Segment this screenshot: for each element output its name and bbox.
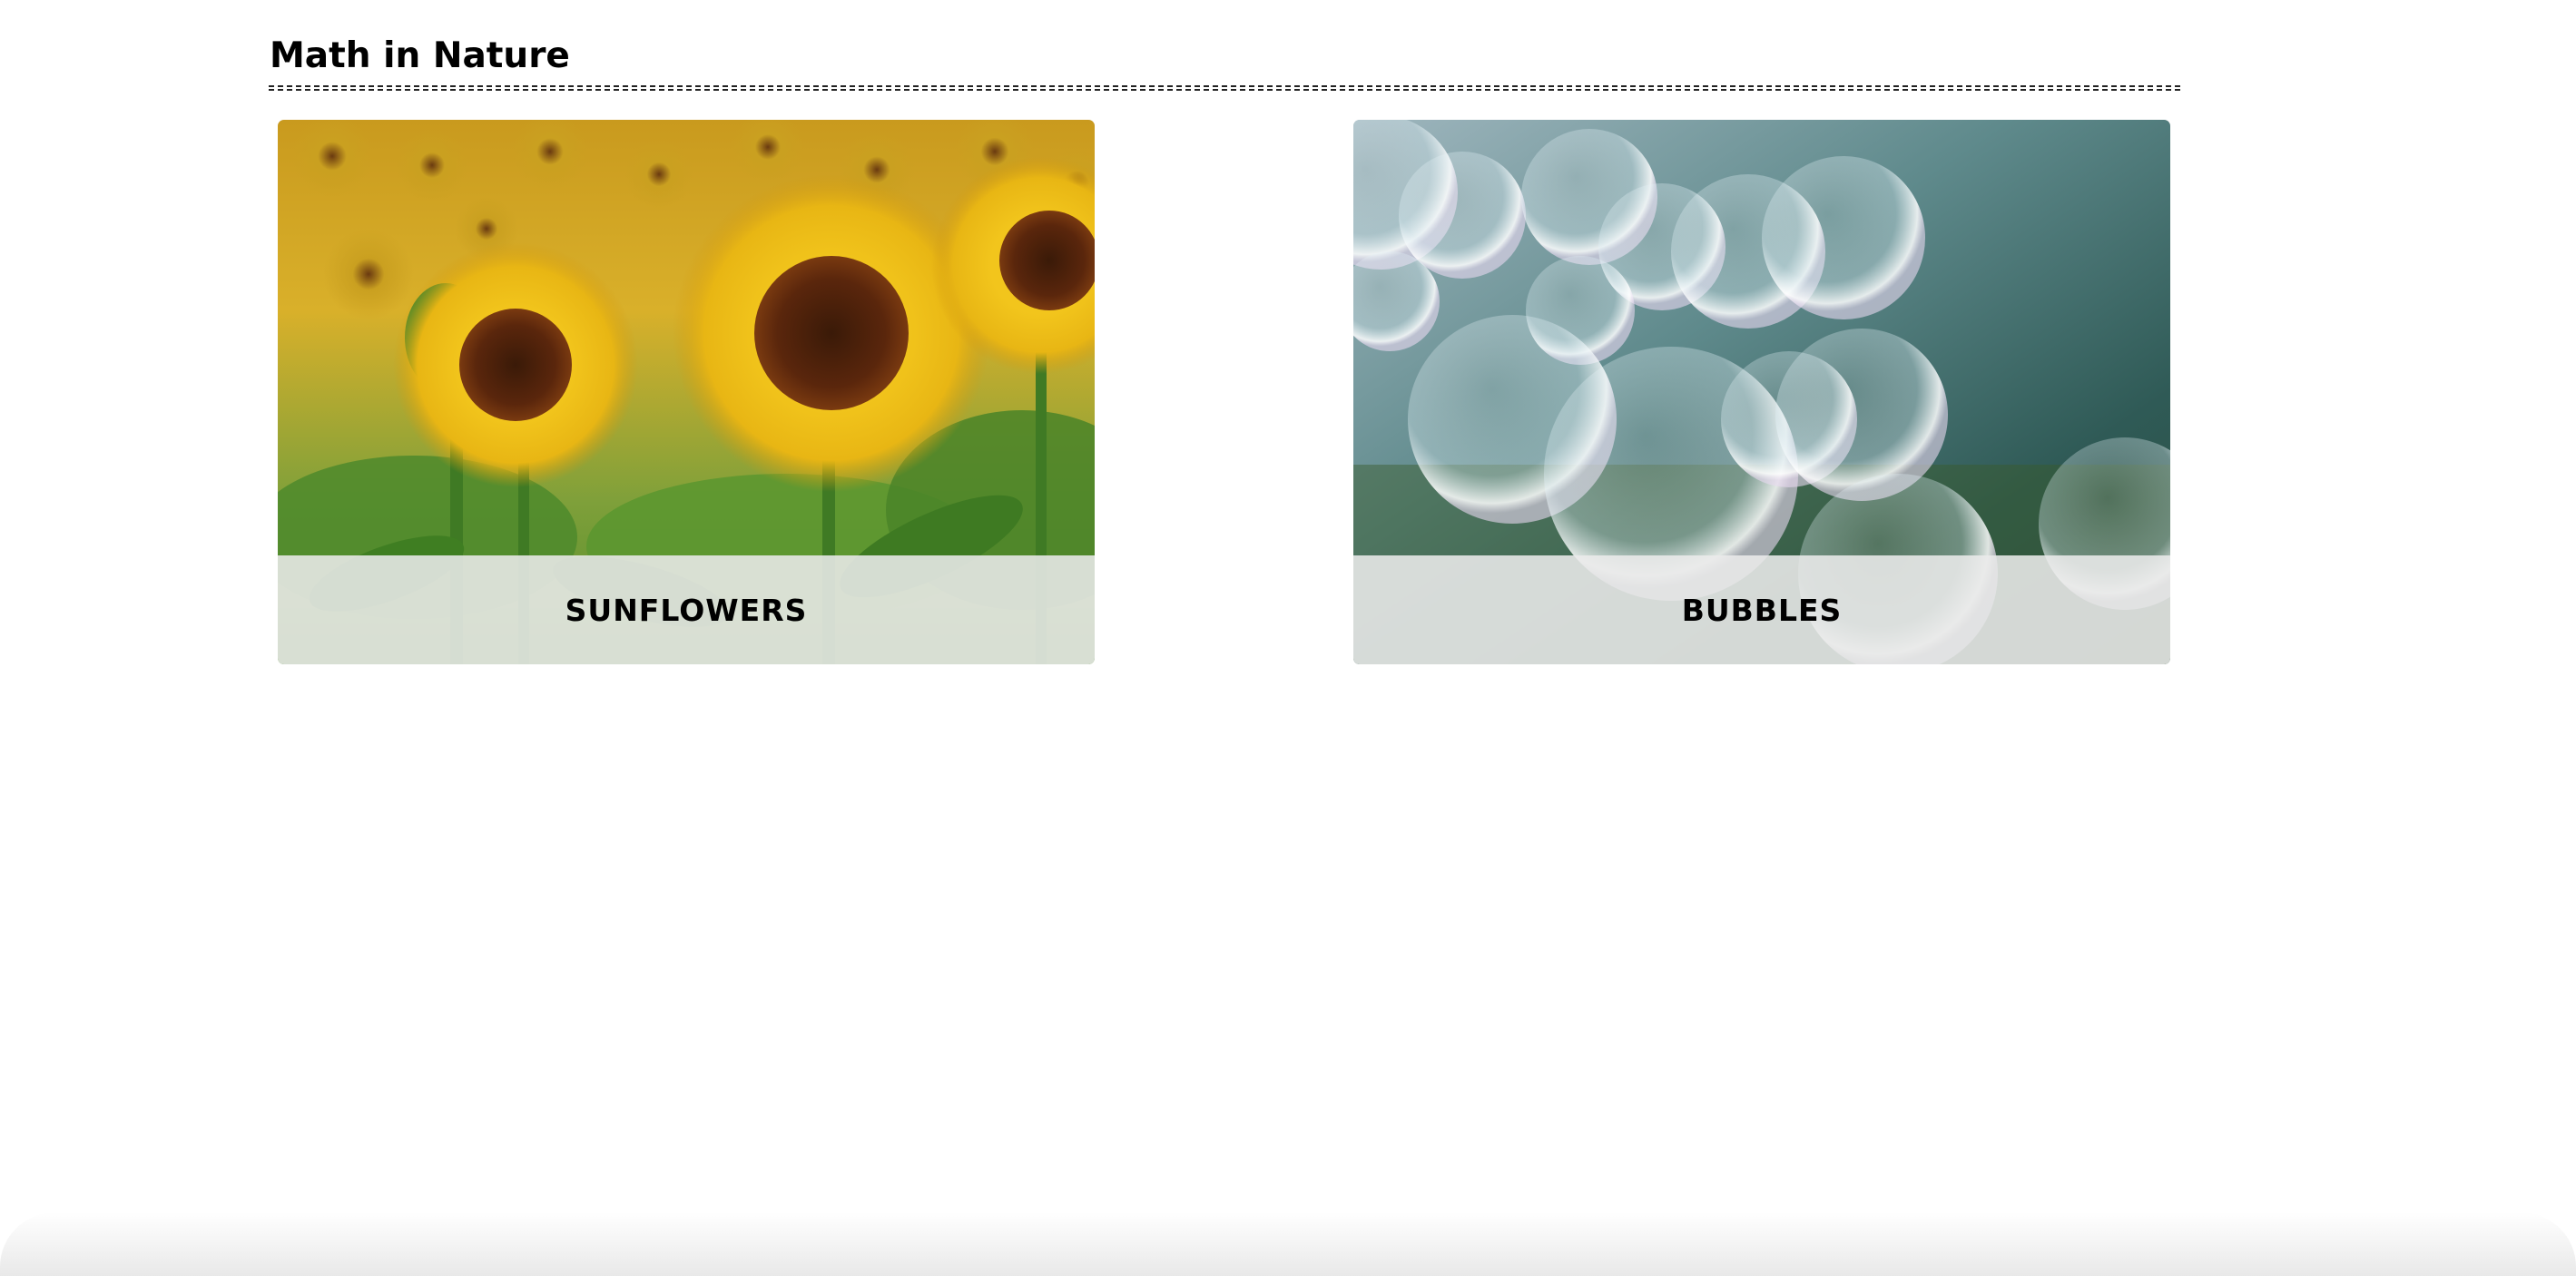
bubbles-caption-label: BUBBLES	[1681, 592, 1843, 628]
sunflowers-caption: SUNFLOWERS	[278, 555, 1095, 664]
card-bubbles[interactable]: BUBBLES	[1353, 120, 2170, 664]
title-divider	[269, 85, 2180, 91]
page: Math in Nature SUNFLOWERS BUBBLES	[0, 0, 2576, 1276]
sunflowers-caption-label: SUNFLOWERS	[565, 592, 808, 628]
bubbles-caption: BUBBLES	[1353, 555, 2170, 664]
page-title: Math in Nature	[270, 35, 570, 76]
card-sunflowers[interactable]: SUNFLOWERS	[278, 120, 1095, 664]
window-bottom-shadow	[0, 1212, 2576, 1276]
